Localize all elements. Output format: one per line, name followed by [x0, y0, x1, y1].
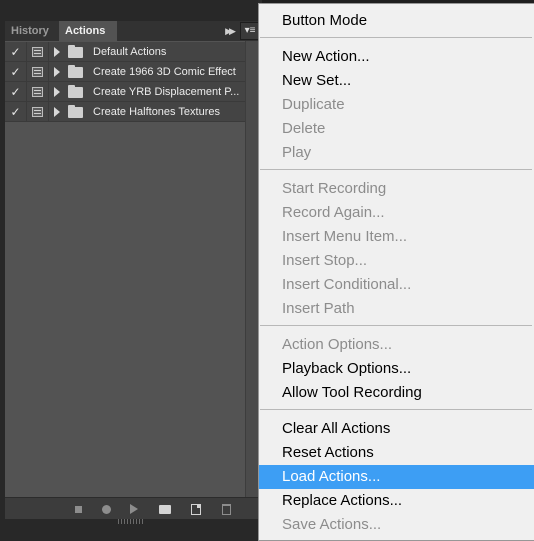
menu-item-playback-options[interactable]: Playback Options...	[259, 357, 534, 381]
checkmark-icon[interactable]: ✓	[5, 42, 27, 62]
folder-icon	[68, 85, 83, 98]
dialog-icon	[32, 107, 43, 117]
stop-icon[interactable]	[70, 498, 86, 520]
menu-separator	[260, 169, 532, 170]
double-chevron-right-icon[interactable]: ▶▶	[222, 21, 236, 41]
menu-separator	[260, 325, 532, 326]
expand-triangle-icon[interactable]	[54, 47, 60, 57]
folder-icon	[68, 105, 83, 118]
menu-separator	[260, 409, 532, 410]
scrollbar[interactable]	[245, 41, 258, 497]
folder-icon	[68, 65, 83, 78]
menu-item-save-actions: Save Actions...	[282, 516, 382, 533]
menu-item-delete: Delete	[282, 120, 326, 137]
record-icon[interactable]	[98, 498, 114, 520]
dialog-toggle[interactable]	[27, 102, 49, 122]
menu-item-allow-tool-recording[interactable]: Allow Tool Recording	[259, 381, 534, 405]
menu-item-new-set[interactable]: New Set...	[259, 69, 534, 93]
action-set-row[interactable]: ✓ Create YRB Displacement P...	[5, 82, 245, 102]
menu-item-action-options: Action Options...	[282, 336, 393, 353]
actions-list: ✓ Default Actions ✓ Create 1966 3D Comic…	[5, 41, 245, 497]
action-set-row[interactable]: ✓ Create 1966 3D Comic Effect	[5, 62, 245, 82]
menu-item-reset-actions[interactable]: Reset Actions	[259, 441, 534, 465]
expand-triangle-icon[interactable]	[54, 67, 60, 77]
panel-menu-icon[interactable]: ▾≡	[240, 22, 260, 40]
menu-item-button-mode[interactable]: Button Mode	[259, 9, 534, 33]
expand-triangle-icon[interactable]	[54, 87, 60, 97]
menu-item-start-recording: Start Recording	[282, 180, 387, 197]
menu-item-insert-menu-item: Insert Menu Item...	[282, 228, 408, 245]
menu-item-clear-all-actions[interactable]: Clear All Actions	[259, 417, 534, 441]
trash-icon[interactable]	[218, 498, 234, 520]
checkmark-icon[interactable]: ✓	[5, 102, 27, 122]
new-action-icon[interactable]	[188, 498, 204, 520]
panel-bottom-toolbar	[5, 497, 258, 519]
panel-flyout-menu: Button Mode New Action... New Set... Dup…	[258, 3, 534, 541]
resize-grip[interactable]	[118, 519, 144, 524]
menu-item-insert-stop: Insert Stop...	[282, 252, 368, 269]
dialog-icon	[32, 67, 43, 77]
panel-tab-bar: History Actions ▶▶ ▾≡	[5, 21, 260, 41]
menu-item-play: Play	[282, 144, 312, 161]
action-set-row[interactable]: ✓ Default Actions	[5, 42, 245, 62]
menu-item-replace-actions[interactable]: Replace Actions...	[259, 489, 534, 513]
actions-panel-frame: History Actions ▶▶ ▾≡ ✓ Default Actions …	[0, 0, 260, 541]
menu-item-insert-path: Insert Path	[282, 300, 355, 317]
menu-item-load-actions[interactable]: Load Actions...	[259, 465, 534, 489]
dialog-icon	[32, 47, 43, 57]
checkmark-icon[interactable]: ✓	[5, 82, 27, 102]
action-set-row[interactable]: ✓ Create Halftones Textures	[5, 102, 245, 122]
tab-history[interactable]: History	[5, 21, 57, 41]
menu-separator	[260, 37, 532, 38]
dialog-toggle[interactable]	[27, 62, 49, 82]
menu-item-insert-conditional: Insert Conditional...	[282, 276, 412, 293]
tab-actions[interactable]: Actions	[59, 21, 117, 41]
dialog-icon	[32, 87, 43, 97]
action-set-name: Create YRB Displacement P...	[93, 86, 240, 98]
checkmark-icon[interactable]: ✓	[5, 62, 27, 82]
action-set-name: Create Halftones Textures	[93, 106, 220, 118]
folder-icon	[68, 45, 83, 58]
menu-item-record-again: Record Again...	[282, 204, 385, 221]
dialog-toggle[interactable]	[27, 82, 49, 102]
menu-item-duplicate: Duplicate	[282, 96, 345, 113]
new-set-folder-icon[interactable]	[157, 498, 173, 520]
dialog-toggle[interactable]	[27, 42, 49, 62]
menu-item-new-action[interactable]: New Action...	[259, 45, 534, 69]
action-set-name: Default Actions	[93, 46, 167, 58]
expand-triangle-icon[interactable]	[54, 107, 60, 117]
play-icon[interactable]	[126, 498, 142, 520]
action-set-name: Create 1966 3D Comic Effect	[93, 66, 236, 78]
